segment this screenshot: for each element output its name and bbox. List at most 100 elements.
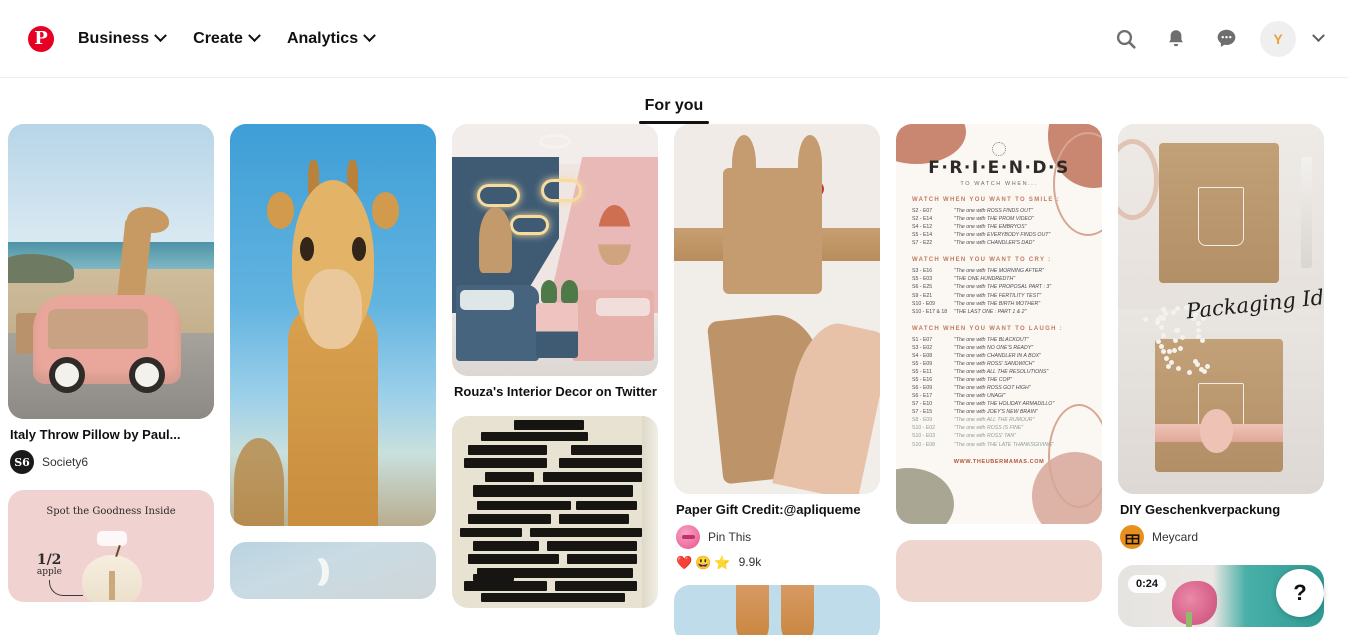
author-name: Meycard xyxy=(1152,530,1198,544)
blackout-bar xyxy=(460,528,522,538)
friends-episode-row: S8 - E09 "The one with ALL THE RUMOUR" xyxy=(912,416,1090,424)
friends-episode-row: S9 - E21 "The one with THE FERTILITY TEST… xyxy=(912,292,1090,300)
friends-episode-code: S5 - E14 xyxy=(912,231,954,239)
friends-episode-code: S2 - E14 xyxy=(912,215,954,223)
friends-episode-title: "The one with JOEY'S NEW BRAIN" xyxy=(954,408,1038,416)
pin-image-skin-tone-block[interactable] xyxy=(674,585,880,635)
pin-card[interactable] xyxy=(452,416,658,608)
nav-item-analytics[interactable]: Analytics xyxy=(275,22,386,56)
reaction-heart-icon: ❤️ xyxy=(676,556,692,569)
author-avatar: S6 xyxy=(10,450,34,474)
feed-tabbar: For you xyxy=(0,78,1348,124)
pin-image-giraffe-portrait[interactable] xyxy=(230,124,436,526)
friends-episode-code: S10 - E03 xyxy=(912,432,954,440)
blackout-bar xyxy=(485,472,534,482)
pin-image-blackout-poetry[interactable] xyxy=(452,416,658,608)
gift-icon xyxy=(1125,530,1140,545)
blackout-bar xyxy=(555,581,637,591)
pin-image-spot-the-goodness[interactable]: Spot the Goodness Inside 1/2 apple xyxy=(8,490,214,602)
friends-episode-code: S5 - E09 xyxy=(912,360,954,368)
friends-episode-row: S3 - E16 "The one with THE MORNING AFTER" xyxy=(912,267,1090,275)
friends-episode-title: "The one with EVERYBODY FINDS OUT" xyxy=(954,231,1050,239)
pin-card[interactable] xyxy=(230,542,436,599)
pin-author[interactable]: S6 Society6 xyxy=(10,450,214,474)
help-button[interactable]: ? xyxy=(1276,569,1324,617)
flower-dot xyxy=(1163,311,1168,316)
friends-episode-row: S5 - E14 "The one with EVERYBODY FINDS OU… xyxy=(912,231,1090,239)
account-menu-button[interactable] xyxy=(1304,21,1332,57)
friends-episode-code: S6 - E17 xyxy=(912,392,954,400)
help-icon: ? xyxy=(1293,580,1306,606)
avatar-initial: Y xyxy=(1273,32,1282,46)
pin-card[interactable]: Spot the Goodness Inside 1/2 apple xyxy=(8,490,214,602)
search-icon xyxy=(1114,27,1138,51)
friends-episode-row: S10 - E17 & 18 "THE LAST ONE : PART 1 & 2… xyxy=(912,308,1090,316)
reaction-count: 9.9k xyxy=(739,555,762,569)
reaction-smile-icon: 😃 xyxy=(695,556,711,569)
pin-image-paper-bunny-gift[interactable] xyxy=(674,124,880,494)
friends-episode-code: S2 - E07 xyxy=(912,207,954,215)
friends-episode-row: S2 - E14 "The one with THE PROM VIDEO" xyxy=(912,215,1090,223)
friends-episode-title: "The one with THE LATE THANKSGIVING" xyxy=(954,441,1054,449)
friends-episode-title: "The one with ALL THE RUMOUR" xyxy=(954,416,1034,424)
friends-episode-row: S2 - E07 "The one with ROSS FINDS OUT" xyxy=(912,207,1090,215)
friends-episode-title: "The one with ALL THE RESOLUTIONS" xyxy=(954,368,1048,376)
pin-card[interactable]: Paper Gift Credit:@apliqueme Pin This ❤️… xyxy=(674,124,880,569)
pin-author[interactable]: Pin This xyxy=(676,525,880,549)
pin-card[interactable]: Rouza's Interior Decor on Twitter xyxy=(452,124,658,400)
friends-episode-code: S10 - E08 xyxy=(912,441,954,449)
friends-episode-row: S7 - E22 "The one with CHANDLER'S DAD" xyxy=(912,239,1090,247)
blackout-bar xyxy=(473,485,634,497)
flower-dot xyxy=(1161,349,1166,354)
tab-for-you[interactable]: For you xyxy=(639,97,710,124)
flower-dot xyxy=(1159,325,1164,330)
friends-episode-title: "The one with CHANDLER'S DAD" xyxy=(954,239,1034,247)
friends-episode-title: "The one with THE EMBRYOS" xyxy=(954,223,1026,231)
pin-image-packaging-idea[interactable]: Packaging Idea xyxy=(1118,124,1324,494)
pin-author[interactable]: Meycard xyxy=(1120,525,1324,549)
friends-episode-row: S6 - E25 "The one with THE PROPOSAL PART … xyxy=(912,283,1090,291)
blackout-bar xyxy=(468,514,550,524)
nav-item-business[interactable]: Business xyxy=(66,22,177,56)
pin-card[interactable] xyxy=(674,585,880,635)
blackout-bar xyxy=(571,445,641,455)
flower-dot xyxy=(1143,317,1148,322)
search-button[interactable] xyxy=(1104,17,1148,61)
friends-episode-title: "The one with NO ONE'S READY" xyxy=(954,344,1033,352)
chevron-down-icon xyxy=(363,29,376,42)
pin-image-moon-sky[interactable] xyxy=(230,542,436,599)
notifications-button[interactable] xyxy=(1154,17,1198,61)
friends-episode-title: "The one with THE BLACKOUT" xyxy=(954,336,1029,344)
friends-episode-row: S4 - E08 "The one with CHANDLER IN A BOX" xyxy=(912,352,1090,360)
pin-card[interactable] xyxy=(896,540,1102,602)
pin-card[interactable]: F·R·I·E·N·D·S TO WATCH WHEN... WATCH WHE… xyxy=(896,124,1102,524)
pin-card[interactable] xyxy=(230,124,436,526)
friends-episode-title: "The one with THE HOLIDAY ARMADILLO" xyxy=(954,400,1054,408)
nav-item-create[interactable]: Create xyxy=(181,22,271,56)
blackout-bar xyxy=(559,514,629,524)
pin-image-friends-watchlist[interactable]: F·R·I·E·N·D·S TO WATCH WHEN... WATCH WHE… xyxy=(896,124,1102,524)
friends-episode-row: S5 - E03 "THE ONE HUNDREDTH" xyxy=(912,275,1090,283)
author-avatar xyxy=(1120,525,1144,549)
chevron-down-icon xyxy=(248,29,261,42)
friends-episode-row: S5 - E09 "The one with ROSS' SANDWICH" xyxy=(912,360,1090,368)
pin-reactions[interactable]: ❤️ 😃 ⭐ 9.9k xyxy=(676,555,880,569)
friends-seal-icon xyxy=(992,142,1006,156)
pinterest-logo-button[interactable]: P xyxy=(20,18,62,60)
pin-card[interactable]: Italy Throw Pillow by Paul... S6 Society… xyxy=(8,124,214,474)
pin-image-italy-throw-pillow[interactable] xyxy=(8,124,214,419)
friends-episode-code: S7 - E10 xyxy=(912,400,954,408)
pin-card[interactable]: Packaging Idea DIY Geschenkverpackung Me… xyxy=(1118,124,1324,549)
friends-episode-title: "The one with THE BIRTH MOTHER" xyxy=(954,300,1040,308)
pin-image-pink-block[interactable] xyxy=(896,540,1102,602)
pin-image-kids-bedroom[interactable] xyxy=(452,124,658,376)
nav-item-create-label: Create xyxy=(193,30,243,48)
blackout-bar xyxy=(567,554,637,564)
messages-button[interactable] xyxy=(1204,17,1248,61)
friends-episode-code: S3 - E16 xyxy=(912,267,954,275)
friends-episode-code: S4 - E08 xyxy=(912,352,954,360)
blackout-bar xyxy=(481,593,625,603)
friends-episode-row: S7 - E10 "The one with THE HOLIDAY ARMADI… xyxy=(912,400,1090,408)
blackout-bar xyxy=(481,432,588,442)
account-avatar[interactable]: Y xyxy=(1260,21,1296,57)
